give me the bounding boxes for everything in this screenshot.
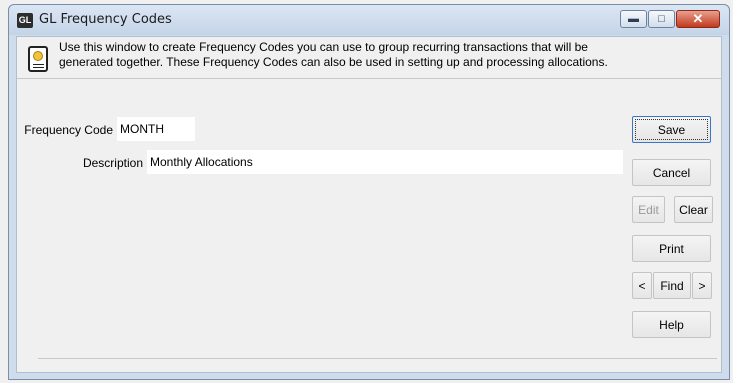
header-divider: [17, 78, 721, 79]
description-label: Description: [82, 156, 143, 170]
gl-app-icon: GL: [17, 13, 33, 28]
close-button[interactable]: ✕: [676, 10, 720, 28]
help-button[interactable]: Help: [632, 311, 711, 338]
edit-button[interactable]: Edit: [632, 196, 665, 223]
previous-button[interactable]: <: [632, 272, 652, 299]
frequency-code-field[interactable]: MONTH: [117, 117, 195, 141]
cancel-button[interactable]: Cancel: [632, 159, 711, 186]
title-bar[interactable]: GL GL Frequency Codes ▬ □ ✕: [9, 5, 729, 35]
frequency-code-label: Frequency Code: [24, 123, 113, 137]
window-title: GL Frequency Codes: [39, 12, 172, 27]
clear-button[interactable]: Clear: [674, 196, 713, 223]
print-button[interactable]: Print: [632, 235, 711, 262]
find-button[interactable]: Find: [653, 272, 691, 299]
next-button[interactable]: >: [692, 272, 712, 299]
maximize-button[interactable]: □: [648, 10, 675, 28]
window-body: Use this window to create Frequency Code…: [16, 36, 722, 373]
gl-frequency-codes-window: GL GL Frequency Codes ▬ □ ✕ Use this win…: [8, 4, 730, 380]
description-field[interactable]: Monthly Allocations: [147, 150, 623, 174]
certificate-icon: [28, 46, 48, 72]
info-line-2: generated together. These Frequency Code…: [59, 55, 608, 69]
minimize-button[interactable]: ▬: [620, 10, 647, 28]
footer-divider: [38, 358, 717, 359]
info-line-1: Use this window to create Frequency Code…: [59, 40, 588, 54]
save-button[interactable]: Save: [632, 116, 711, 143]
info-message: Use this window to create Frequency Code…: [59, 40, 719, 70]
